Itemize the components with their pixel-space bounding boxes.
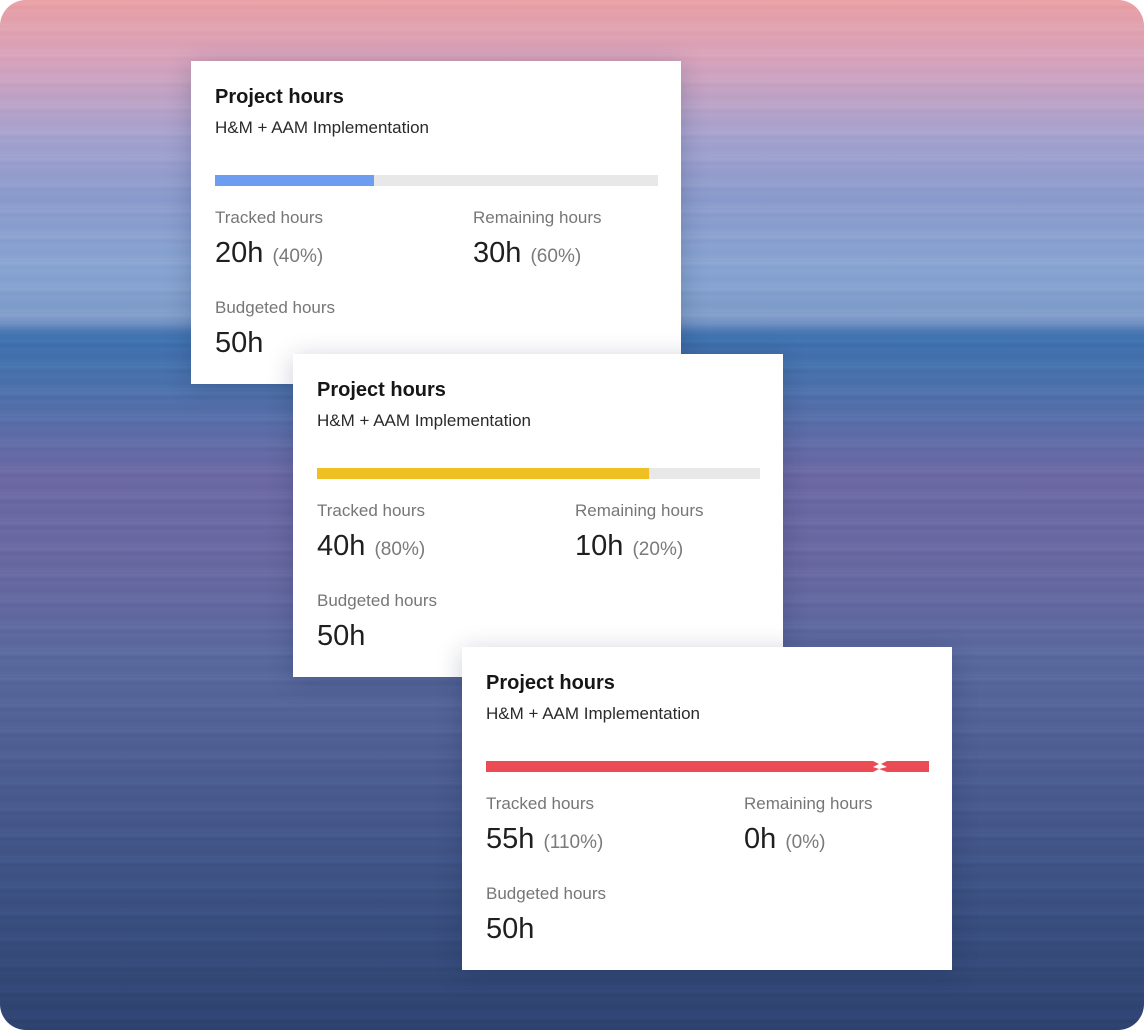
- hours-progress-bar: [317, 468, 760, 479]
- tracked-hours-value: 20h: [215, 237, 264, 269]
- tracked-hours-label: Tracked hours: [317, 501, 426, 520]
- budgeted-hours-label: Budgeted hours: [317, 591, 438, 610]
- hours-stats: Tracked hours 55h (110%) Remaining hours…: [486, 794, 928, 974]
- tracked-hours-stat: Tracked hours 55h (110%): [486, 794, 603, 859]
- tracked-hours-value: 40h: [317, 530, 366, 562]
- remaining-hours-label: Remaining hours: [744, 794, 873, 813]
- hours-progress-fill: [486, 761, 929, 772]
- overflow-break-icon: [873, 761, 888, 772]
- budgeted-hours-label: Budgeted hours: [486, 884, 607, 903]
- remaining-hours-stat: Remaining hours 10h (20%): [575, 501, 704, 566]
- budgeted-hours-value: 50h: [215, 327, 264, 359]
- remaining-hours-value: 0h: [744, 823, 777, 855]
- tracked-hours-percent: (80%): [374, 539, 426, 560]
- project-hours-card: Project hours H&M + AAM Implementation T…: [293, 354, 783, 677]
- remaining-hours-percent: (60%): [530, 246, 582, 267]
- remaining-hours-value: 30h: [473, 237, 522, 269]
- project-hours-card: Project hours H&M + AAM Implementation T…: [462, 647, 952, 970]
- project-name: H&M + AAM Implementation: [215, 118, 430, 137]
- budgeted-hours-label: Budgeted hours: [215, 298, 336, 317]
- project-name: H&M + AAM Implementation: [486, 704, 701, 723]
- budgeted-hours-value: 50h: [317, 620, 366, 652]
- remaining-hours-stat: Remaining hours 0h (0%): [744, 794, 873, 859]
- blurred-ocean-background: Project hours H&M + AAM Implementation T…: [0, 0, 1144, 1030]
- tracked-hours-value: 55h: [486, 823, 535, 855]
- project-name: H&M + AAM Implementation: [317, 411, 532, 430]
- budgeted-hours-stat: Budgeted hours 50h: [317, 591, 437, 656]
- tracked-hours-percent: (40%): [272, 246, 324, 267]
- tracked-hours-stat: Tracked hours 40h (80%): [317, 501, 425, 566]
- remaining-hours-value: 10h: [575, 530, 624, 562]
- project-hours-card: Project hours H&M + AAM Implementation T…: [191, 61, 681, 384]
- tracked-hours-percent: (110%): [543, 832, 604, 853]
- card-title: Project hours: [317, 379, 446, 401]
- remaining-hours-stat: Remaining hours 30h (60%): [473, 208, 602, 273]
- hours-progress-fill: [215, 175, 375, 186]
- hours-progress-bar: [215, 175, 658, 186]
- tracked-hours-label: Tracked hours: [486, 794, 595, 813]
- remaining-hours-label: Remaining hours: [473, 208, 602, 227]
- remaining-hours-label: Remaining hours: [575, 501, 704, 520]
- remaining-hours-percent: (0%): [785, 832, 826, 853]
- hours-progress-fill: [317, 468, 650, 479]
- remaining-hours-percent: (20%): [632, 539, 684, 560]
- card-title: Project hours: [486, 672, 615, 694]
- card-title: Project hours: [215, 86, 344, 108]
- tracked-hours-label: Tracked hours: [215, 208, 324, 227]
- budgeted-hours-value: 50h: [486, 913, 535, 945]
- hours-progress-bar: [486, 761, 929, 772]
- tracked-hours-stat: Tracked hours 20h (40%): [215, 208, 323, 273]
- budgeted-hours-stat: Budgeted hours 50h: [486, 884, 606, 949]
